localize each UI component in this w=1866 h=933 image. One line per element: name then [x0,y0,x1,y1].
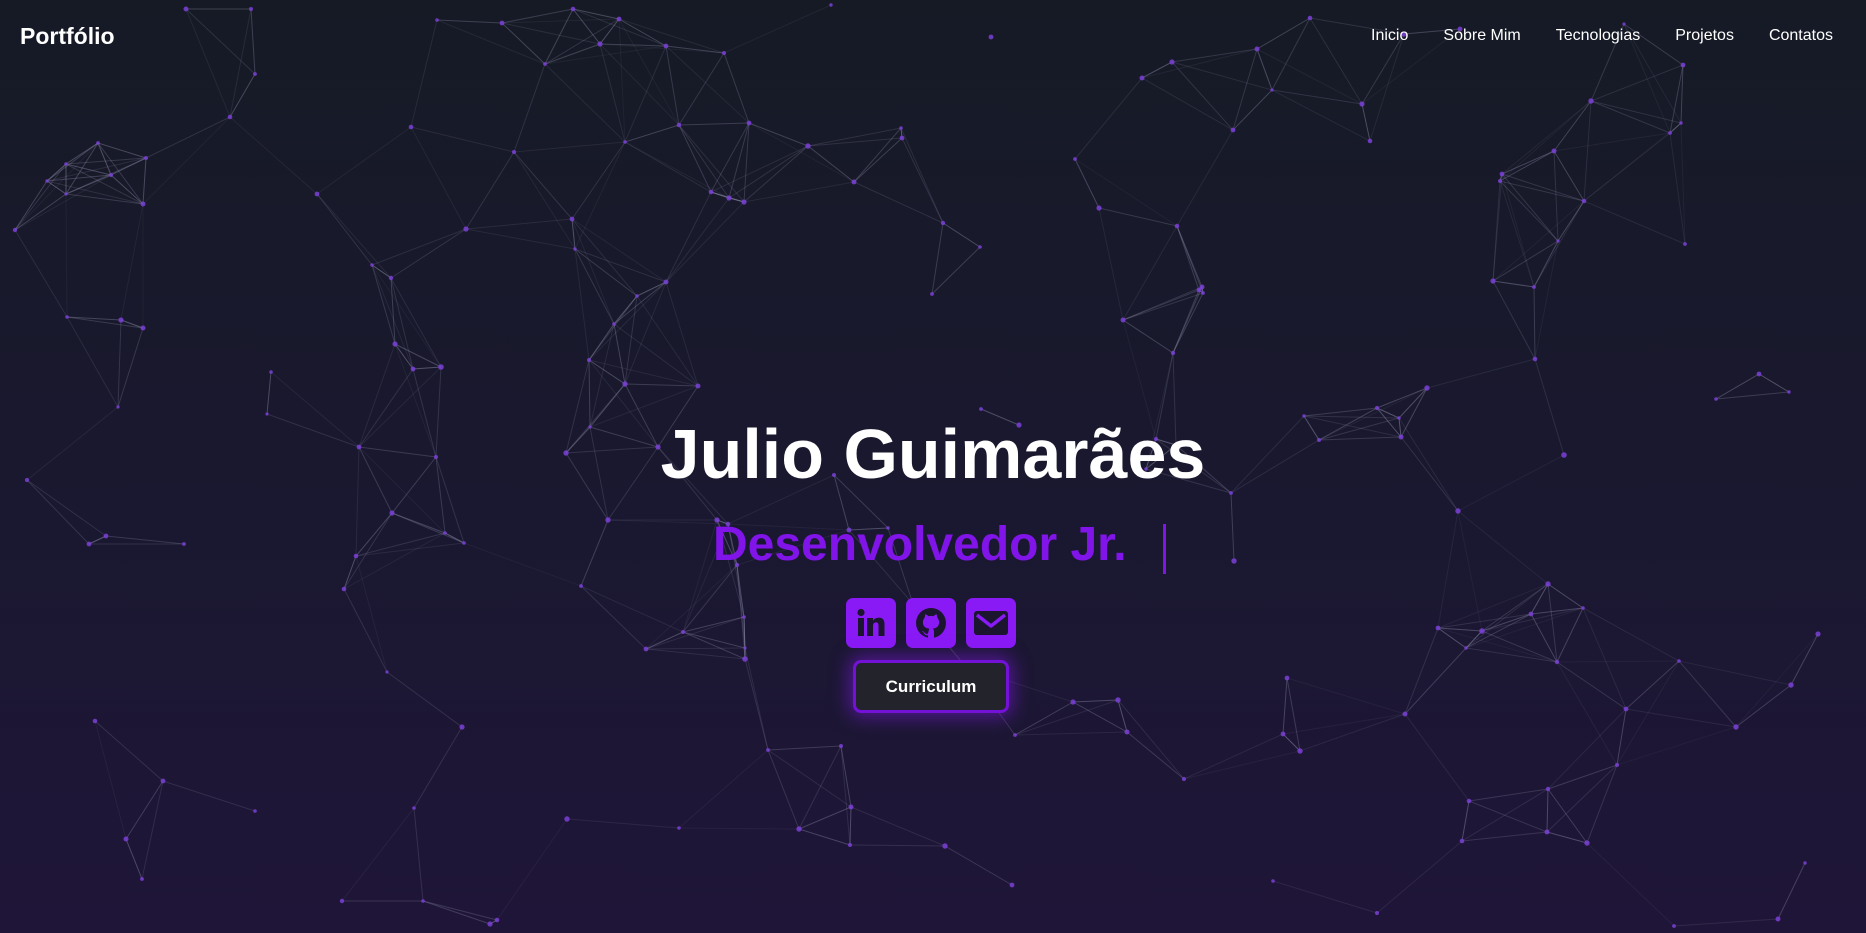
typing-caret [1163,524,1166,574]
email-link[interactable] [966,598,1016,648]
hero-role-typewriter: Desenvolvedor Jr. [713,518,1127,571]
github-icon [916,608,946,638]
curriculum-button[interactable]: Curriculum [853,660,1009,713]
linkedin-link[interactable] [846,598,896,648]
linkedin-icon [857,608,885,636]
github-link[interactable] [906,598,956,648]
email-icon [974,611,1008,635]
portfolio-page: Portfólio Inicio Sobre Mim Tecnologias P… [0,0,1866,933]
hero-name: Julio Guimarães [660,415,1206,493]
social-links [846,598,1016,648]
hero-section: Julio Guimarães Desenvolvedor Jr. Curric… [0,0,1866,933]
